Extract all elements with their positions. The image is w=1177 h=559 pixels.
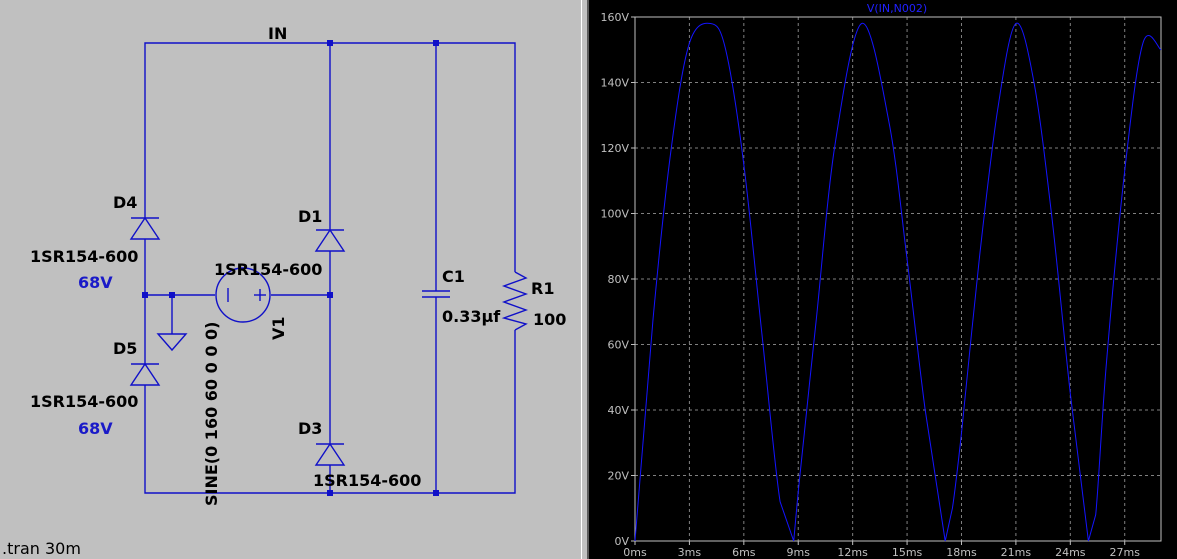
x-tick-label: 18ms [946,546,977,559]
c1-ref[interactable]: C1 [442,267,465,286]
spice-directive[interactable]: .tran 30m [2,539,81,558]
y-tick-label: 140V [600,77,629,90]
schematic-editor[interactable]: IN D4 1SR154-600 68V D5 1SR154-600 68V D… [0,0,581,559]
ground-icon[interactable] [156,333,188,352]
plot-grid [635,17,1161,541]
diode-d4[interactable] [129,216,161,240]
r1-value[interactable]: 100 [533,310,566,329]
trace-label[interactable]: V(IN,N002) [867,2,927,15]
y-tick-label: 20V [607,470,629,483]
d3-model[interactable]: 1SR154-600 [313,471,421,490]
d1-ref[interactable]: D1 [298,207,322,226]
d4-model[interactable]: 1SR154-600 [30,247,138,266]
d4-ref[interactable]: D4 [113,193,137,212]
waveform-viewer[interactable]: V(IN,N002) 0V 20V 40V 60V 80V 100V 120V 140V 160… [589,0,1177,559]
x-tick-label: 15ms [892,546,923,559]
d5-voltage: 68V [78,419,113,438]
y-tick-label: 120V [600,142,629,155]
d5-ref[interactable]: D5 [113,339,137,358]
d4-voltage: 68V [78,273,113,292]
v1-value[interactable]: SINE(0 160 60 0 0 0) [202,322,221,506]
x-tick-label: 9ms [787,546,811,559]
d1-model[interactable]: 1SR154-600 [214,260,322,279]
resistor-r1[interactable] [501,271,529,331]
y-tick-label: 80V [607,273,629,286]
d5-model[interactable]: 1SR154-600 [30,392,138,411]
schematic-canvas[interactable]: IN D4 1SR154-600 68V D5 1SR154-600 68V D… [0,0,581,559]
diode-d5[interactable] [129,362,161,386]
x-tick-label: 27ms [1109,546,1140,559]
x-tick-label: 3ms [678,546,702,559]
c1-value[interactable]: 0.33µf [442,307,501,326]
d3-ref[interactable]: D3 [298,419,322,438]
diode-d3[interactable] [314,442,346,466]
net-label-in[interactable]: IN [268,24,287,43]
y-tick-label: 100V [600,208,629,221]
x-tick-label: 6ms [732,546,756,559]
y-tick-label: 60V [607,339,629,352]
y-axis-ticks: 0V20V40V60V80V100V120V140V160V [600,11,635,548]
diode-d1[interactable] [314,228,346,252]
v1-ref[interactable]: V1 [269,316,288,340]
trace-v-in-n002[interactable] [634,22,1162,542]
x-tick-label: 21ms [1001,546,1032,559]
x-axis-ticks: 0ms 3ms 6ms 9ms 12ms 15ms 18ms 21ms 24ms 27ms [623,541,1140,559]
y-tick-label: 160V [600,11,629,24]
capacitor-c1[interactable] [422,290,450,298]
pane-splitter[interactable] [581,0,589,559]
r1-ref[interactable]: R1 [531,279,554,298]
waveform-plot[interactable]: V(IN,N002) 0V20V40V60V80V100V120V140V160… [589,0,1177,559]
x-tick-label: 12ms [837,546,868,559]
y-tick-label: 40V [607,404,629,417]
x-tick-label: 0ms [623,546,647,559]
x-tick-label: 24ms [1055,546,1086,559]
